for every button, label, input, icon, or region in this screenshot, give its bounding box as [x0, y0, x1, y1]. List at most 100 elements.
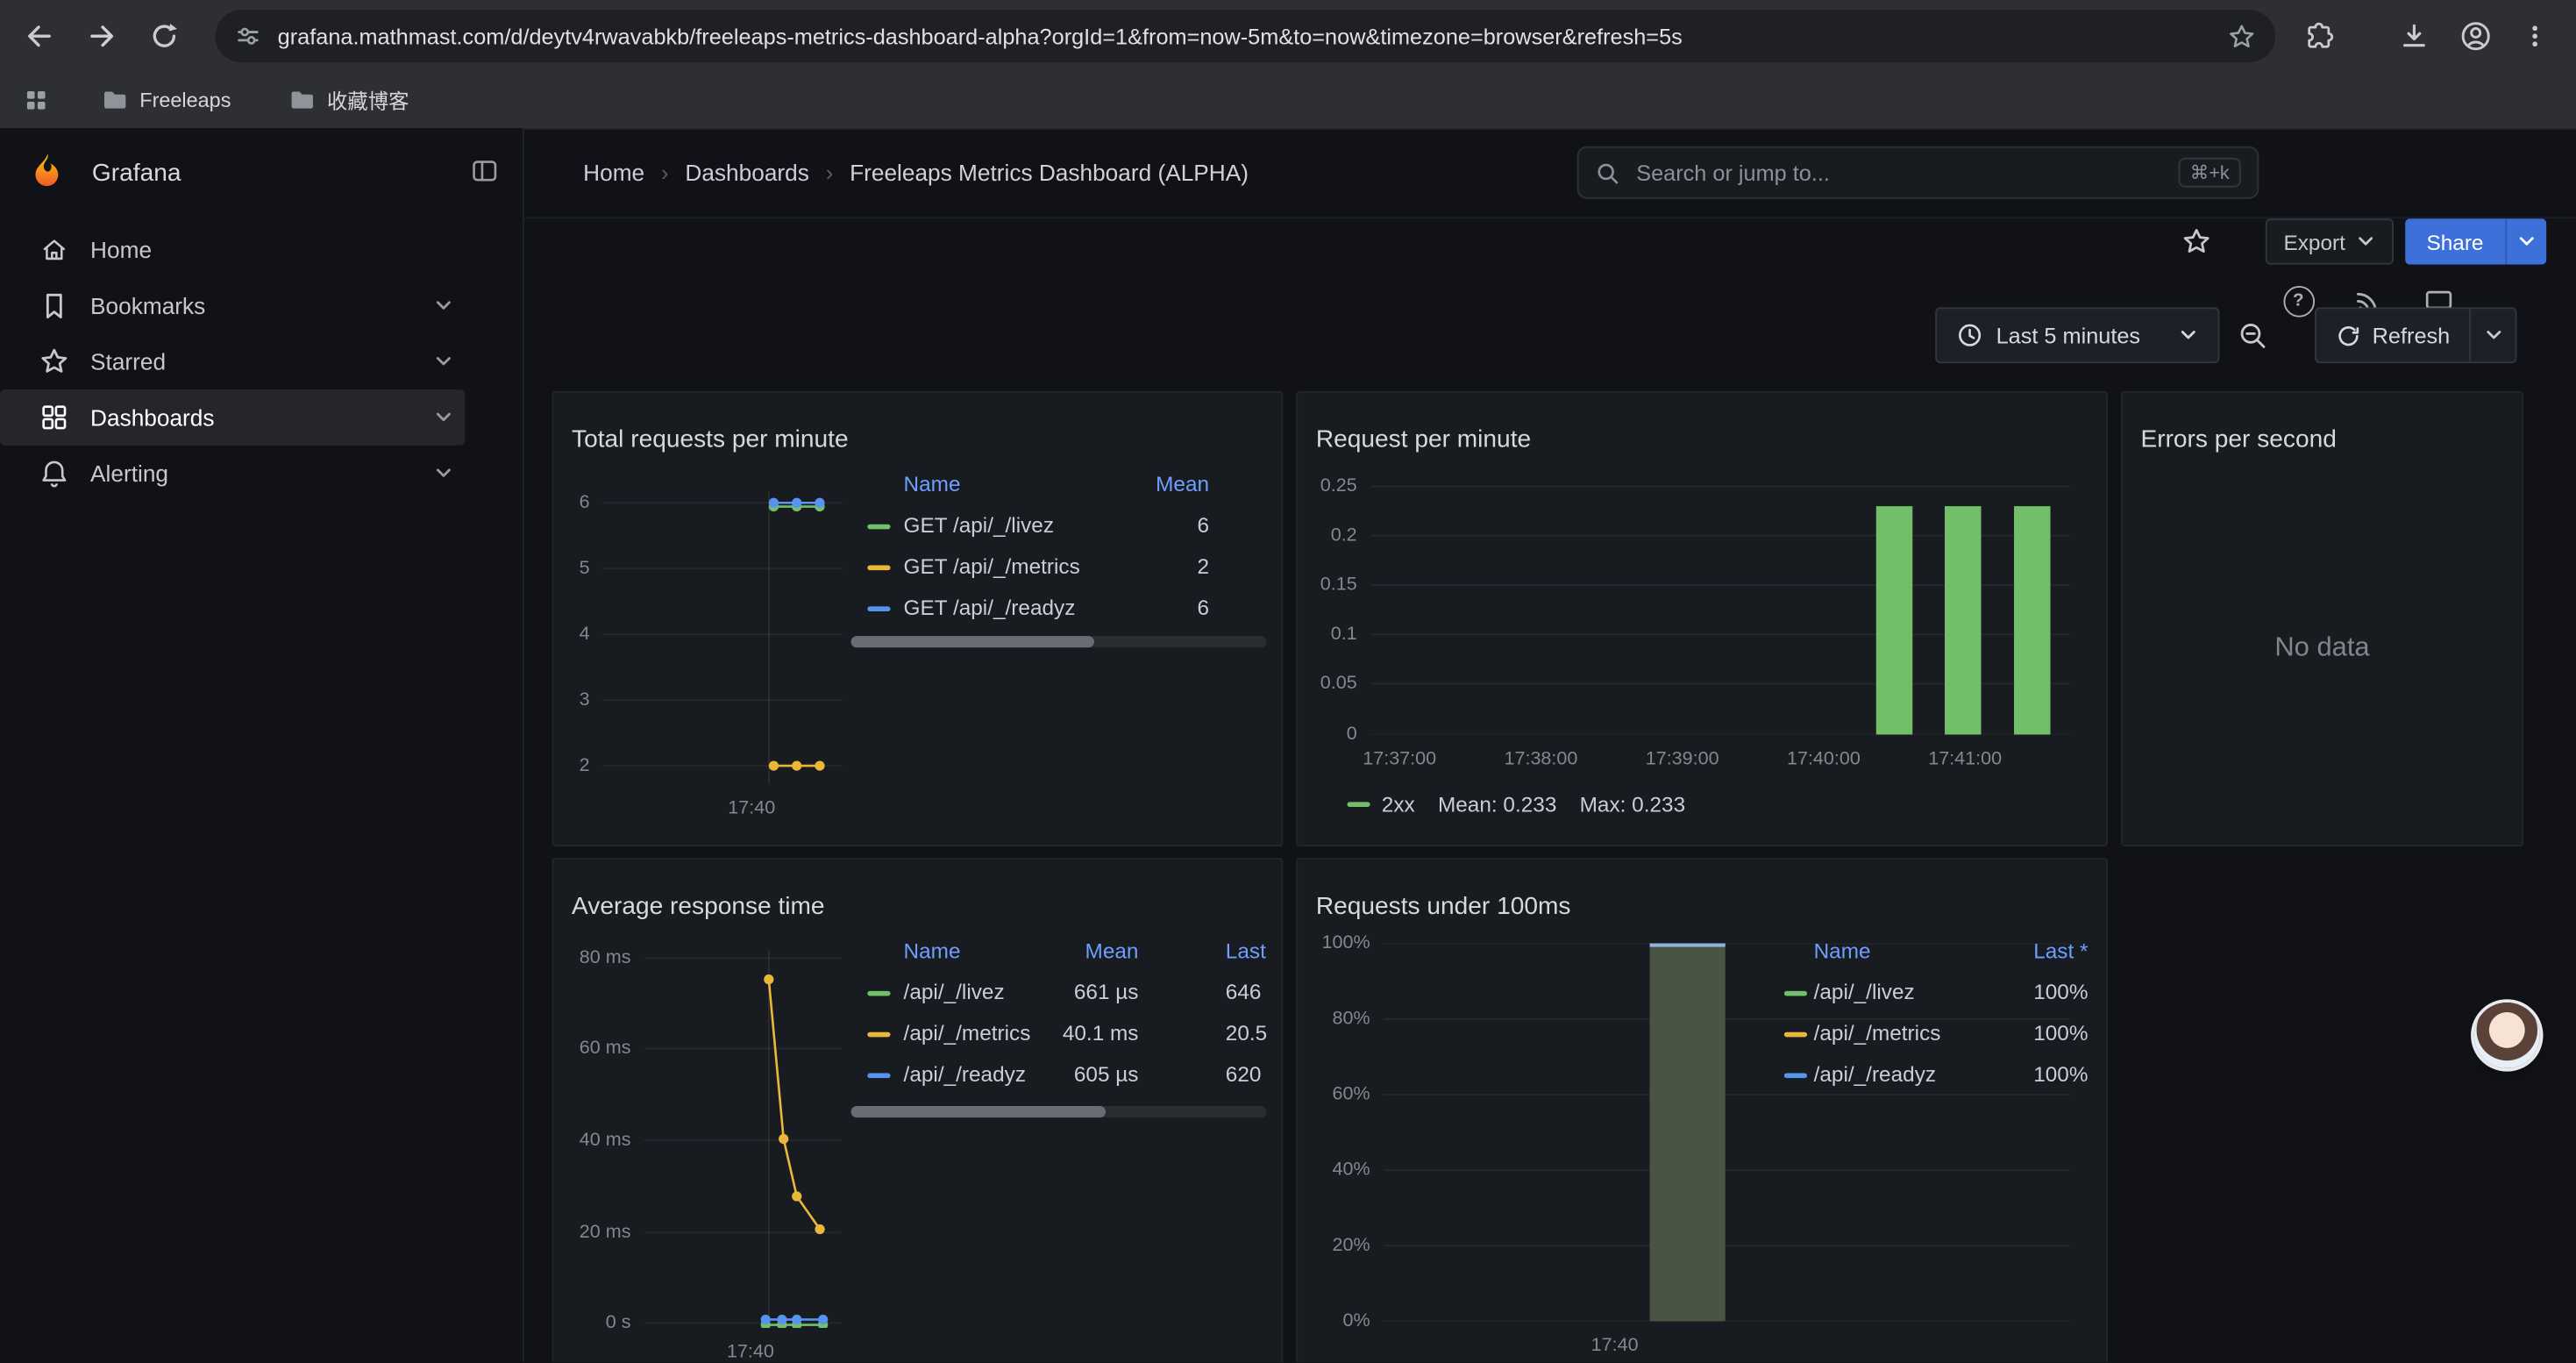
legend-header-name[interactable]: Name: [1814, 938, 1871, 963]
sidebar-item-starred[interactable]: Starred: [0, 333, 465, 389]
series-color-swatch: [1347, 802, 1370, 807]
search-box[interactable]: ⌘+k: [1577, 146, 2259, 199]
legend-inline: 2xx Mean: 0.233 Max: 0.233: [1347, 792, 1685, 817]
series-color-swatch: [1784, 991, 1807, 996]
panel-title[interactable]: Errors per second: [2140, 426, 2336, 454]
series-mean-value: 6: [1098, 595, 1209, 619]
series-name[interactable]: GET /api/_/readyz: [904, 595, 1076, 619]
series-last-value: 100%: [1976, 1061, 2088, 1086]
legend-header-name[interactable]: Name: [904, 938, 961, 963]
chevron-down-icon[interactable]: [434, 408, 453, 427]
legend-header-name[interactable]: Name: [904, 472, 961, 496]
axis-tick-label: 0.2: [1284, 525, 1356, 547]
legend-row[interactable]: GET /api/_/livez 6: [851, 506, 1267, 547]
series-mean-value: 6: [1098, 513, 1209, 538]
chevron-down-icon[interactable]: [434, 296, 453, 315]
favorite-dashboard-button[interactable]: [2174, 218, 2219, 264]
legend-header-mean[interactable]: Mean: [1098, 472, 1209, 496]
panel-title[interactable]: Average response time: [572, 893, 825, 921]
forward-button[interactable]: [79, 13, 125, 59]
horizontal-scrollbar[interactable]: [851, 636, 1267, 647]
legend-row[interactable]: /api/_/readyz 605 µs 620 µs: [851, 1055, 1267, 1096]
series-name[interactable]: /api/_/livez: [904, 980, 1005, 1004]
panel-title[interactable]: Total requests per minute: [572, 426, 849, 454]
series-name[interactable]: /api/_/livez: [1814, 980, 1915, 1004]
zoom-out-button[interactable]: [2228, 307, 2277, 363]
sidebar-item-label: Home: [90, 237, 152, 263]
legend-row[interactable]: /api/_/livez 661 µs 646 µs: [851, 973, 1267, 1014]
grafana-brand[interactable]: Grafana: [26, 151, 181, 194]
menu-kebab-icon[interactable]: [2512, 13, 2558, 59]
sidebar-item-bookmarks[interactable]: Bookmarks: [0, 278, 465, 334]
share-dropdown-button[interactable]: [2505, 218, 2546, 264]
series-name[interactable]: /api/_/metrics: [1814, 1021, 1941, 1045]
series-last-value: 646 µs: [1226, 980, 1267, 1004]
app-header: Home › Dashboards › Freeleaps Metrics Da…: [523, 128, 2576, 218]
downloads-icon[interactable]: [2390, 13, 2436, 59]
axis-tick-label: 0.05: [1284, 672, 1356, 695]
extensions-icon[interactable]: [2295, 13, 2341, 59]
legend-header-mean[interactable]: Mean: [1027, 938, 1138, 963]
chevron-down-icon[interactable]: [434, 352, 453, 371]
refresh-button[interactable]: Refresh: [2316, 309, 2470, 361]
profile-icon[interactable]: [2452, 13, 2498, 59]
scrollbar-thumb[interactable]: [851, 1106, 1106, 1117]
bookmark-item[interactable]: Freeleaps: [92, 72, 241, 126]
arrow-right-icon: [85, 19, 117, 52]
chevron-down-icon[interactable]: [434, 463, 453, 482]
legend-item[interactable]: 2xx: [1347, 792, 1414, 817]
time-series-plot[interactable]: [644, 950, 841, 1328]
export-label: Export: [2283, 229, 2345, 253]
axis-tick-label: 0: [1284, 723, 1356, 746]
back-button[interactable]: [17, 13, 62, 59]
legend-row[interactable]: /api/_/metrics 40.1 ms 20.5 ms: [851, 1014, 1267, 1055]
scrollbar-thumb[interactable]: [851, 636, 1094, 647]
bookmark-item[interactable]: 收藏博客: [280, 72, 419, 126]
series-name[interactable]: GET /api/_/metrics: [904, 553, 1080, 578]
breadcrumb-dashboards[interactable]: Dashboards: [685, 160, 808, 186]
legend-header-last[interactable]: Last *: [1976, 938, 2088, 963]
apps-grid-icon[interactable]: [13, 77, 59, 123]
horizontal-scrollbar[interactable]: [851, 1106, 1267, 1117]
panel-average-response-time: Average response time Name Mean Last * /…: [552, 858, 1284, 1362]
series-name[interactable]: 2xx: [1382, 792, 1415, 817]
export-button[interactable]: Export: [2266, 218, 2393, 264]
site-info-icon[interactable]: [235, 23, 261, 49]
time-series-plot[interactable]: [603, 491, 843, 784]
sidebar-item-dashboards[interactable]: Dashboards: [0, 389, 465, 446]
sidebar-item-alerting[interactable]: Alerting: [0, 446, 465, 502]
breadcrumb-home[interactable]: Home: [583, 160, 644, 186]
legend-row[interactable]: /api/_/metrics 100%: [1784, 1014, 2089, 1055]
panel-title[interactable]: Requests under 100ms: [1316, 893, 1571, 921]
legend-row[interactable]: GET /api/_/metrics 2: [851, 547, 1267, 589]
assistant-avatar[interactable]: [2474, 1003, 2540, 1068]
collapse-sidebar-button[interactable]: [470, 156, 500, 186]
series-name[interactable]: /api/_/metrics: [904, 1021, 1031, 1045]
bookmark-star-icon[interactable]: [2228, 23, 2256, 51]
url-bar[interactable]: [215, 10, 2275, 62]
legend-row[interactable]: /api/_/readyz 100%: [1784, 1055, 2089, 1096]
series-color-swatch: [1784, 1074, 1807, 1079]
series-color-swatch: [867, 1074, 890, 1079]
search-input[interactable]: [1633, 159, 2165, 187]
sidebar-item-home[interactable]: Home: [0, 222, 465, 278]
series-color-swatch: [867, 991, 890, 996]
axis-tick-label: 0 s: [559, 1311, 630, 1334]
legend-header-last[interactable]: Last *: [1226, 938, 1267, 963]
series-name[interactable]: /api/_/readyz: [1814, 1061, 1936, 1086]
refresh-interval-dropdown[interactable]: [2470, 309, 2516, 361]
series-name[interactable]: /api/_/readyz: [904, 1061, 1026, 1086]
screen: Freeleaps 收藏博客 Grafana Home Bookmark: [0, 0, 2576, 1362]
time-range-picker[interactable]: Last 5 minutes: [1935, 307, 2219, 363]
series-name[interactable]: GET /api/_/livez: [904, 513, 1055, 538]
legend-row[interactable]: /api/_/livez 100%: [1784, 973, 2089, 1014]
url-input[interactable]: [278, 10, 2200, 62]
refresh-icon: [2336, 323, 2360, 347]
axis-tick-label: 20%: [1298, 1234, 1370, 1257]
legend-row[interactable]: GET /api/_/readyz 6: [851, 589, 1267, 630]
reload-button[interactable]: [141, 13, 187, 59]
bar-chart-plot[interactable]: [1370, 478, 2070, 734]
axis-tick-label: 17:40: [728, 797, 775, 820]
panel-title[interactable]: Request per minute: [1316, 426, 1531, 454]
share-button[interactable]: Share: [2405, 218, 2505, 264]
